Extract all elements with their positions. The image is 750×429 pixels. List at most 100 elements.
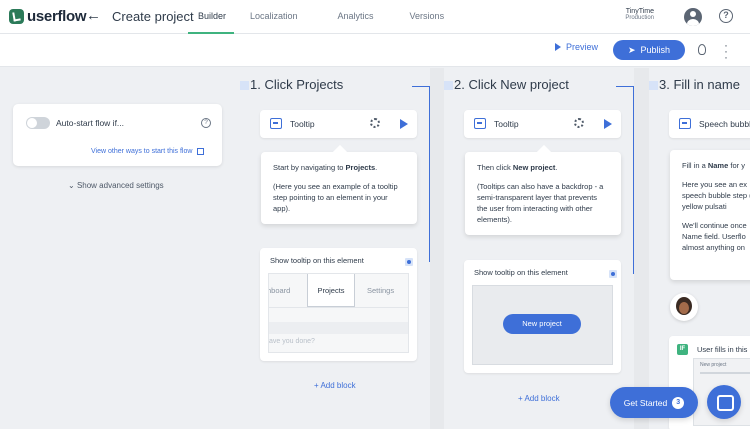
gear-icon[interactable]	[574, 118, 584, 128]
start-panel: Auto-start flow if... ? View other ways …	[0, 68, 240, 429]
element-target-card[interactable]: Show tooltip on this element hboard Proj…	[260, 248, 417, 361]
tab-versions[interactable]: Versions	[400, 0, 455, 34]
paper-plane-icon: ➤	[627, 44, 636, 55]
bubble-bold-text: Projects	[345, 163, 376, 172]
speaker-avatar	[670, 293, 698, 321]
input-preview-title: New project	[700, 362, 727, 368]
external-link-icon	[197, 148, 205, 155]
tab-builder[interactable]: Builder	[188, 0, 234, 34]
bubble-text: .	[555, 163, 558, 172]
chat-launcher-icon[interactable]	[707, 385, 741, 419]
flow-canvas[interactable]: 1. Click Projects Tooltip Start by navig…	[240, 68, 750, 429]
chevron-down-icon: ⌄	[68, 181, 75, 190]
bubble-text: (Here you see an example of a tooltip st…	[273, 182, 398, 213]
play-icon[interactable]	[604, 119, 612, 129]
get-started-count-badge: 3	[672, 396, 685, 409]
auto-start-label: Auto-start flow if...	[56, 118, 125, 128]
step-type-label: Tooltip	[494, 119, 519, 129]
bubble-paragraph: Here you see an ex speech bubble step (t…	[682, 179, 750, 212]
builder-toolbar: Preview ➤ Publish · · ·	[0, 34, 750, 67]
speech-bubble-content[interactable]: Fill in a Name for y Here you see an ex …	[670, 150, 750, 280]
bubble-text: Start by navigating to	[273, 163, 346, 172]
advanced-settings-label: Show advanced settings	[76, 181, 164, 190]
play-icon[interactable]	[400, 119, 408, 129]
step-type-card[interactable]: Tooltip	[464, 110, 621, 138]
bubble-paragraph: Start by navigating to Projects.	[273, 162, 405, 173]
tooltip-icon	[270, 118, 282, 129]
element-target-card[interactable]: Show tooltip on this element New project	[464, 260, 621, 373]
bubble-text: for y	[728, 161, 745, 170]
logo-mark-icon	[9, 9, 24, 24]
connector-line	[616, 86, 634, 274]
tab-analytics[interactable]: Analytics	[328, 0, 384, 34]
user-avatar-icon[interactable]	[684, 8, 702, 26]
get-started-label: Get Started	[623, 397, 668, 408]
bubble-paragraph: We'll continue once Name field. Userflo …	[682, 220, 750, 253]
bubble-text: .	[375, 163, 378, 172]
preview-tab: hboard	[268, 286, 291, 295]
top-nav: userflow ← Create project Builder Locali…	[0, 0, 750, 34]
help-icon[interactable]: ?	[719, 9, 733, 23]
preview-tab: Settings	[367, 286, 395, 295]
step-type-label: Speech bubble	[699, 119, 750, 129]
step-connector	[444, 81, 453, 90]
back-arrow-icon[interactable]: ←	[86, 7, 101, 24]
step-type-label: Tooltip	[290, 119, 315, 129]
step-connector	[240, 81, 249, 90]
preview-line	[269, 322, 408, 334]
advanced-settings-toggle[interactable]: ⌄ Show advanced settings	[68, 181, 164, 190]
bubble-text: Then click	[477, 163, 513, 172]
speech-bubble-icon	[679, 118, 691, 129]
preview-new-project-button: New project	[503, 314, 581, 334]
more-vertical-icon[interactable]: · · ·	[724, 39, 728, 63]
tooltip-content[interactable]: Start by navigating to Projects. (Here y…	[261, 152, 417, 224]
step-heading[interactable]: 3. Fill in name	[659, 77, 740, 92]
element-target-title: Show tooltip on this element	[270, 256, 364, 265]
tooltip-icon	[474, 118, 486, 129]
step-heading[interactable]: 1. Click Projects	[250, 77, 343, 92]
step-column-2: 2. Click New project Tooltip Then click …	[444, 68, 634, 429]
bubble-bold-text: Name	[707, 161, 729, 170]
bubble-paragraph: (Tooltips can also have a backdrop - a s…	[477, 181, 609, 225]
bubble-paragraph: Fill in a Name for y	[682, 160, 750, 171]
bubble-text: Fill in a	[682, 161, 708, 170]
step-connector	[649, 81, 658, 90]
element-preview: New project	[472, 285, 613, 365]
get-started-button[interactable]: Get Started 3	[610, 387, 698, 418]
bubble-paragraph: Then click New project.	[477, 162, 609, 173]
element-preview: hboard Projects Settings ave you done?	[268, 273, 409, 353]
publish-button[interactable]: ➤ Publish	[613, 40, 685, 60]
account-environment: Production	[625, 15, 654, 21]
add-block-button[interactable]: + Add block	[518, 394, 560, 403]
gear-icon[interactable]	[370, 118, 380, 128]
connector-line	[412, 86, 430, 262]
lightbulb-icon[interactable]	[698, 44, 706, 55]
account-name: TinyTime	[625, 8, 654, 15]
step-type-card[interactable]: Tooltip	[260, 110, 417, 138]
step-column-1: 1. Click Projects Tooltip Start by navig…	[240, 68, 430, 429]
bubble-text: (Tooltips can also have a backdrop - a s…	[477, 182, 604, 224]
bubble-text: Here you see an ex speech bubble step (t…	[682, 180, 750, 211]
bubble-paragraph: (Here you see an example of a tooltip st…	[273, 181, 405, 214]
tooltip-content[interactable]: Then click New project. (Tooltips can al…	[465, 152, 621, 235]
auto-start-toggle[interactable]	[26, 117, 50, 129]
play-icon	[555, 43, 561, 51]
preview-button[interactable]: Preview	[555, 42, 598, 52]
preview-label: Preview	[566, 42, 599, 52]
input-block-label: User fills in this	[697, 345, 748, 354]
element-target-title: Show tooltip on this element	[474, 268, 568, 277]
logo-text: userflow	[27, 8, 87, 25]
preview-placeholder: ave you done?	[269, 338, 315, 345]
step-heading[interactable]: 2. Click New project	[454, 77, 569, 92]
step-type-card[interactable]: Speech bubble	[669, 110, 750, 138]
bubble-bold-text: New project	[512, 163, 556, 172]
other-ways-label: View other ways to start this flow	[91, 148, 193, 155]
userflow-logo[interactable]: userflow	[9, 8, 87, 25]
other-ways-link[interactable]: View other ways to start this flow	[91, 148, 205, 155]
add-block-button[interactable]: + Add block	[314, 381, 356, 390]
page-title: Create project	[112, 9, 194, 24]
account-switcher[interactable]: TinyTime Production	[612, 8, 654, 21]
question-icon[interactable]: ?	[201, 118, 211, 128]
tab-localization[interactable]: Localization	[240, 0, 308, 34]
preview-tabs: hboard Projects Settings	[269, 274, 408, 308]
